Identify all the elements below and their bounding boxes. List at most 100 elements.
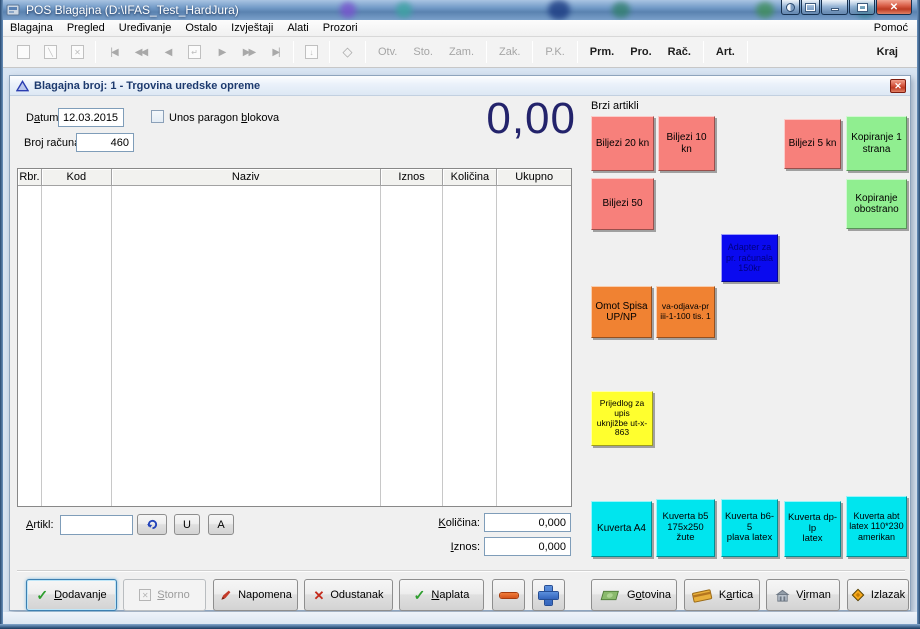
datum-label: Datum: — [26, 112, 62, 124]
toolbar-button-sto[interactable]: Sto. — [405, 43, 441, 61]
nav-doc-icon[interactable]: ↵ — [181, 40, 208, 64]
naplata-button[interactable]: ✓ Naplata — [399, 579, 484, 611]
broj-racuna-input[interactable] — [76, 133, 134, 152]
menu-item-pomoc[interactable]: Pomoć — [865, 21, 917, 35]
menubar: Blagajna Pregled Uređivanje Ostalo Izvje… — [3, 20, 917, 37]
close-icon: ✕ — [889, 1, 899, 13]
x-icon: ✕ — [313, 587, 325, 603]
table-header-ukupno[interactable]: Ukupno — [497, 169, 572, 186]
gotovina-button[interactable]: Gotovina — [591, 579, 677, 611]
artikl-lookup-button[interactable] — [137, 514, 167, 535]
card-icon — [691, 588, 713, 603]
toolbar-button-otv[interactable]: Otv. — [370, 43, 405, 61]
eraser-icon-button[interactable]: ◇ — [334, 40, 361, 64]
menu-item-uredivanje[interactable]: Uređivanje — [112, 21, 179, 35]
quick-article-prijedlog[interactable]: Prijedlog za upis uknjižbe ut-x-863 — [591, 391, 653, 446]
kolicina-input[interactable] — [484, 513, 571, 532]
iznos-input[interactable] — [484, 537, 571, 556]
document-arrow-icon: ↓ — [305, 45, 318, 59]
titlebar-extra-button-2[interactable] — [801, 0, 820, 15]
menu-item-blagajna[interactable]: Blagajna — [3, 21, 60, 35]
table-column — [497, 186, 571, 506]
menu-item-ostalo[interactable]: Ostalo — [178, 21, 224, 35]
curved-arrow-icon — [146, 519, 157, 530]
napomena-button[interactable]: Napomena — [213, 579, 298, 611]
child-window: Blagajna broj: 1 - Trgovina uredske opre… — [9, 75, 911, 611]
toolbar-button-pk[interactable]: P.K. — [537, 43, 572, 61]
titlebar-extra-button-1[interactable] — [781, 0, 800, 15]
u-button[interactable]: U — [174, 514, 200, 535]
quick-article-kuverta-abt[interactable]: Kuverta abt latex 110*230 amerikan — [846, 496, 907, 557]
quick-article-adapter[interactable]: Adapter za pr. računala 150kr — [721, 234, 778, 282]
quick-article-biljezi-10kn[interactable]: Biljezi 10 kn — [658, 116, 715, 171]
a-button[interactable]: A — [208, 514, 234, 535]
minus-button[interactable] — [492, 579, 525, 611]
table-header-rbr[interactable]: Rbr. — [18, 169, 42, 186]
toolbar-button-prm[interactable]: Prm. — [582, 43, 622, 61]
glass-blob — [756, 2, 774, 18]
menu-item-izvjestaji[interactable]: Izvještaji — [224, 21, 280, 35]
toolbar-button-zak[interactable]: Zak. — [491, 43, 528, 61]
izlazak-button[interactable]: Izlazak — [847, 579, 909, 611]
virman-label: Virman — [796, 589, 831, 601]
banknote-icon — [600, 590, 619, 600]
glass-blob — [548, 0, 570, 20]
quick-article-biljezi-20kn[interactable]: Biljezi 20 kn — [591, 116, 654, 171]
toolbar: ╲ ✕ |◀ ◀◀ ◀ ↵ ▶ ▶▶ ▶| ↓ ◇ Otv. Sto. Zam.… — [3, 37, 917, 68]
quick-article-odjava[interactable]: va-odjava-pr iii-1-100 tis. 1 — [656, 286, 715, 338]
kartica-button[interactable]: Kartica — [684, 579, 760, 611]
quick-article-biljezi-50[interactable]: Biljezi 50 — [591, 178, 654, 230]
quick-article-kopiranje-1-strana[interactable]: Kopiranje 1 strana — [846, 116, 907, 171]
app-icon — [6, 4, 20, 16]
quick-article-omot-spisa[interactable]: Omot Spisa UP/NP — [591, 286, 652, 338]
table-header-kolicina[interactable]: Količina — [443, 169, 498, 186]
odustanak-button[interactable]: ✕ Odustanak — [304, 579, 393, 611]
menu-item-pregled[interactable]: Pregled — [60, 21, 112, 35]
doc-icon-3[interactable]: ✕ — [64, 40, 91, 64]
toolbar-button-art[interactable]: Art. — [708, 43, 743, 61]
maximize-button[interactable] — [849, 0, 875, 15]
datum-input[interactable] — [58, 108, 124, 127]
nav-prev-button[interactable]: ◀ — [154, 40, 181, 64]
storno-button[interactable]: ✕ Storno — [123, 579, 206, 611]
dodavanje-button[interactable]: ✓ Dodavanje — [26, 579, 117, 611]
nav-fast-prev-button[interactable]: ◀◀ — [127, 40, 154, 64]
child-titlebar: Blagajna broj: 1 - Trgovina uredske opre… — [10, 76, 910, 96]
toolbar-separator — [702, 41, 704, 63]
paragon-checkbox[interactable] — [151, 110, 164, 123]
quick-article-biljezi-5kn[interactable]: Biljezi 5 kn — [784, 119, 841, 169]
odustanak-label: Odustanak — [330, 589, 384, 601]
quick-article-kuverta-b5[interactable]: Kuverta b5 175x250 žute — [656, 499, 715, 557]
menu-item-prozori[interactable]: Prozori — [316, 21, 365, 35]
child-close-button[interactable]: ✕ — [890, 79, 906, 93]
menu-item-alati[interactable]: Alati — [280, 21, 315, 35]
check-icon: ✓ — [36, 587, 49, 603]
toolbar-separator — [293, 41, 294, 63]
table-header-naziv[interactable]: Naziv — [111, 169, 381, 186]
toolbar-button-pro[interactable]: Pro. — [622, 43, 659, 61]
quick-article-kuverta-a4[interactable]: Kuverta A4 — [591, 501, 652, 557]
artikl-label: Artikl: — [26, 519, 54, 531]
nav-next-button[interactable]: ▶ — [208, 40, 235, 64]
minimize-button[interactable] — [821, 0, 848, 15]
virman-button[interactable]: Virman — [766, 579, 840, 611]
nav-first-button[interactable]: |◀ — [100, 40, 127, 64]
table-header-iznos[interactable]: Iznos — [380, 169, 444, 186]
quick-article-kopiranje-obostrano[interactable]: Kopiranje obostrano — [846, 179, 907, 229]
nav-last-button[interactable]: ▶| — [262, 40, 289, 64]
glass-blob — [612, 2, 630, 18]
table-header-kod[interactable]: Kod — [41, 169, 112, 186]
quick-article-kuverta-b6-5[interactable]: Kuverta b6-5 plava latex — [721, 499, 778, 557]
export-icon-button[interactable]: ↓ — [298, 40, 325, 64]
close-button[interactable]: ✕ — [876, 0, 912, 15]
titlebar: POS Blagajna (D:\IFAS_Test_HardJura) ✕ — [0, 0, 920, 20]
nav-fast-next-button[interactable]: ▶▶ — [235, 40, 262, 64]
toolbar-button-zam[interactable]: Zam. — [441, 43, 482, 61]
toolbar-button-rac[interactable]: Rač. — [660, 43, 699, 61]
doc-icon-1[interactable] — [10, 40, 37, 64]
doc-icon-2[interactable]: ╲ — [37, 40, 64, 64]
artikl-input[interactable] — [60, 515, 133, 535]
toolbar-button-kraj[interactable]: Kraj — [865, 43, 910, 61]
quick-article-kuverta-dp-lp[interactable]: Kuverta dp-lp latex — [784, 501, 841, 557]
plus-button[interactable] — [532, 579, 565, 611]
